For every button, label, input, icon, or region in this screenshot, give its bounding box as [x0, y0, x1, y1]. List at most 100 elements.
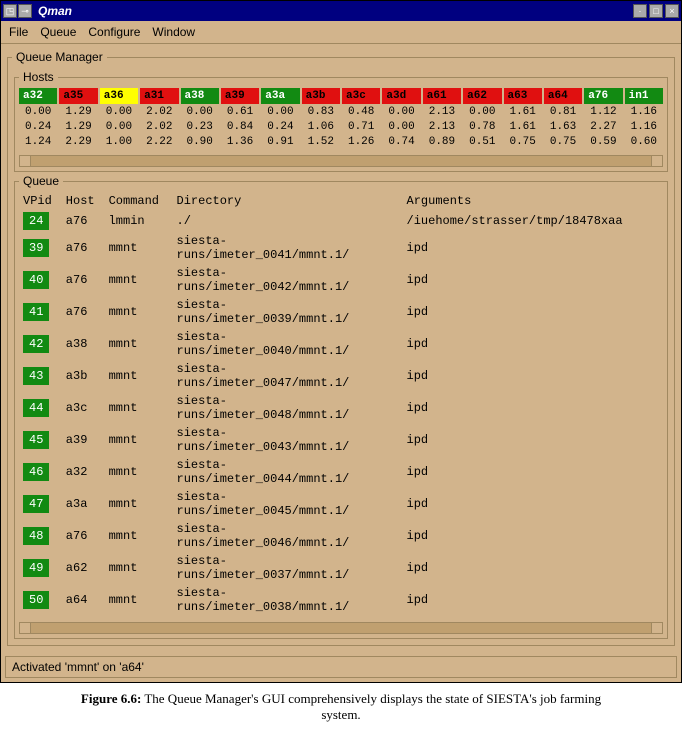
menu-queue[interactable]: Queue: [40, 25, 76, 39]
cell-command: mmnt: [105, 520, 173, 552]
cell-command: mmnt: [105, 488, 173, 520]
host-tag-a3a[interactable]: a3a: [261, 88, 299, 104]
cell-host: a76: [62, 210, 105, 232]
col-vpid: VPid: [19, 192, 62, 210]
host-value: 2.22: [140, 135, 178, 149]
col-arguments: Arguments: [403, 192, 663, 210]
vpid-badge: 47: [23, 495, 49, 513]
vpid-badge: 44: [23, 399, 49, 417]
cell-arguments: /iuehome/strasser/tmp/18478xaa: [403, 210, 663, 232]
pin-icon[interactable]: ⊸: [18, 4, 32, 18]
menu-window[interactable]: Window: [152, 25, 195, 39]
queue-row[interactable]: 42a38mmntsiesta-runs/imeter_0040/mmnt.1/…: [19, 328, 663, 360]
hosts-scrollbar[interactable]: [19, 155, 663, 167]
host-tag-a62[interactable]: a62: [463, 88, 501, 104]
queue-row[interactable]: 40a76mmntsiesta-runs/imeter_0042/mmnt.1/…: [19, 264, 663, 296]
host-tag-a76[interactable]: a76: [584, 88, 622, 104]
host-value: 0.00: [181, 105, 219, 119]
host-value: 0.00: [100, 120, 138, 134]
menu-icon[interactable]: ◳: [3, 4, 17, 18]
menu-configure[interactable]: Configure: [88, 25, 140, 39]
vpid-badge: 45: [23, 431, 49, 449]
titlebar[interactable]: ◳ ⊸ Qman · □ ×: [1, 1, 681, 21]
cell-directory: siesta-runs/imeter_0037/mmnt.1/: [173, 552, 403, 584]
host-tag-a63[interactable]: a63: [504, 88, 542, 104]
cell-host: a76: [62, 520, 105, 552]
cell-command: mmnt: [105, 552, 173, 584]
host-tag-a61[interactable]: a61: [423, 88, 461, 104]
queue-row[interactable]: 48 a76mmntsiesta-runs/imeter_0046/mmnt.1/…: [19, 520, 663, 552]
queue-row[interactable]: 45a39mmntsiesta-runs/imeter_0043/mmnt.1/…: [19, 424, 663, 456]
host-tag-a31[interactable]: a31: [140, 88, 178, 104]
cell-command: mmnt: [105, 424, 173, 456]
window-title: Qman: [34, 4, 633, 18]
host-tag-a64[interactable]: a64: [544, 88, 582, 104]
cell-directory: siesta-runs/imeter_0043/mmnt.1/: [173, 424, 403, 456]
host-value: 1.61: [504, 120, 542, 134]
cell-command: mmnt: [105, 392, 173, 424]
host-tag-a36[interactable]: a36: [100, 88, 138, 104]
host-value: 1.24: [19, 135, 57, 149]
host-tag-a35[interactable]: a35: [59, 88, 97, 104]
host-tag-a3d[interactable]: a3d: [382, 88, 420, 104]
host-tag-a39[interactable]: a39: [221, 88, 259, 104]
app-window: ◳ ⊸ Qman · □ × File Queue Configure Wind…: [0, 0, 682, 683]
hosts-legend: Hosts: [19, 70, 58, 84]
queue-row[interactable]: 24a76lmmin.//iuehome/strasser/tmp/18478x…: [19, 210, 663, 232]
cell-host: a64: [62, 584, 105, 616]
host-value: 0.89: [423, 135, 461, 149]
host-value: 1.12: [584, 105, 622, 119]
host-value: 0.61: [221, 105, 259, 119]
vpid-badge: 24: [23, 212, 49, 230]
cell-command: lmmin: [105, 210, 173, 232]
host-tag-a3c[interactable]: a3c: [342, 88, 380, 104]
host-value: 1.63: [544, 120, 582, 134]
cell-directory: siesta-runs/imeter_0045/mmnt.1/: [173, 488, 403, 520]
queue-row[interactable]: 49a62mmntsiesta-runs/imeter_0037/mmnt.1/…: [19, 552, 663, 584]
host-tag-a3b[interactable]: a3b: [302, 88, 340, 104]
vpid-badge: 42: [23, 335, 49, 353]
host-value: 2.13: [423, 120, 461, 134]
cell-arguments: ipd: [403, 296, 663, 328]
queue-row[interactable]: 43a3bmmntsiesta-runs/imeter_0047/mmnt.1/…: [19, 360, 663, 392]
vpid-badge: 48: [23, 527, 49, 545]
cell-command: mmnt: [105, 584, 173, 616]
host-value: 0.24: [19, 120, 57, 134]
host-value: 2.27: [584, 120, 622, 134]
host-value: 0.91: [261, 135, 299, 149]
host-value: 2.29: [59, 135, 97, 149]
host-value: 1.29: [59, 120, 97, 134]
host-value: 1.61: [504, 105, 542, 119]
host-tag-a38[interactable]: a38: [181, 88, 219, 104]
queue-row[interactable]: 44a3cmmntsiesta-runs/imeter_0048/mmnt.1/…: [19, 392, 663, 424]
close-icon[interactable]: ×: [665, 4, 679, 18]
queue-row[interactable]: 46a32mmntsiesta-runs/imeter_0044/mmnt.1/…: [19, 456, 663, 488]
host-value: 0.90: [181, 135, 219, 149]
cell-command: mmnt: [105, 264, 173, 296]
dot-icon[interactable]: ·: [633, 4, 647, 18]
host-value: 0.51: [463, 135, 501, 149]
queue-row[interactable]: 41a76mmntsiesta-runs/imeter_0039/mmnt.1/…: [19, 296, 663, 328]
cell-directory: siesta-runs/imeter_0046/mmnt.1/: [173, 520, 403, 552]
cell-arguments: ipd: [403, 232, 663, 264]
cell-command: mmnt: [105, 232, 173, 264]
menu-file[interactable]: File: [9, 25, 28, 39]
host-value: 0.75: [504, 135, 542, 149]
host-value: 1.52: [302, 135, 340, 149]
queue-scrollbar[interactable]: [19, 622, 663, 634]
maximize-icon[interactable]: □: [649, 4, 663, 18]
host-value: 0.00: [19, 105, 57, 119]
cell-arguments: ipd: [403, 520, 663, 552]
queue-table: VPid Host Command Directory Arguments 24…: [19, 192, 663, 616]
host-value: 0.00: [463, 105, 501, 119]
queue-row[interactable]: 39a76mmntsiesta-runs/imeter_0041/mmnt.1/…: [19, 232, 663, 264]
vpid-badge: 40: [23, 271, 49, 289]
host-value: 1.16: [625, 105, 663, 119]
cell-host: a3a: [62, 488, 105, 520]
col-host: Host: [62, 192, 105, 210]
queue-row[interactable]: 47 a3ammntsiesta-runs/imeter_0045/mmnt.1/…: [19, 488, 663, 520]
host-tag-a32[interactable]: a32: [19, 88, 57, 104]
queue-row[interactable]: 50a64mmntsiesta-runs/imeter_0038/mmnt.1/…: [19, 584, 663, 616]
host-tag-in1[interactable]: in1: [625, 88, 663, 104]
vpid-badge: 39: [23, 239, 49, 257]
